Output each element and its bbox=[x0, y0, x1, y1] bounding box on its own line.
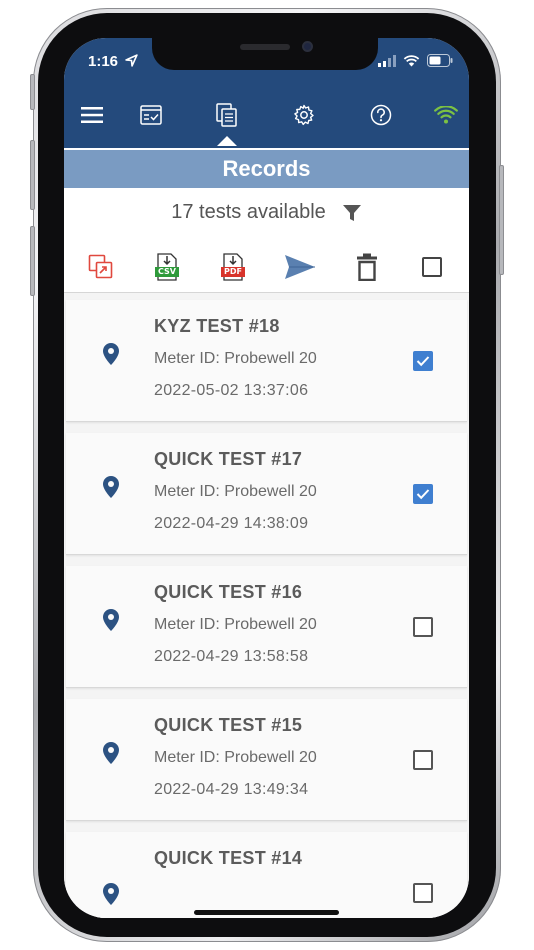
menu-icon[interactable] bbox=[77, 100, 107, 130]
record-title: QUICK TEST #17 bbox=[154, 449, 303, 469]
battery-icon bbox=[427, 54, 453, 67]
speaker-grille bbox=[240, 44, 290, 50]
record-card[interactable]: QUICK TEST #16 Meter ID: Probewell 20 20… bbox=[66, 566, 467, 688]
location-arrow-icon bbox=[125, 54, 138, 67]
select-all-box bbox=[422, 257, 442, 277]
send-button[interactable] bbox=[283, 250, 317, 284]
record-card[interactable]: QUICK TEST #15 Meter ID: Probewell 20 20… bbox=[66, 699, 467, 821]
status-time-text: 1:16 bbox=[88, 53, 119, 70]
record-meter-id: Meter ID: Probewell 20 bbox=[154, 616, 317, 633]
trash-icon bbox=[357, 253, 377, 281]
record-card[interactable]: KYZ TEST #18 Meter ID: Probewell 20 2022… bbox=[66, 300, 467, 422]
tests-available-text: 17 tests available bbox=[171, 201, 326, 223]
export-icon bbox=[88, 254, 113, 279]
record-date: 2022-04-29 13:58:58 bbox=[154, 648, 309, 665]
record-date: 2022-05-02 13:37:06 bbox=[154, 382, 309, 399]
volume-down-button bbox=[30, 226, 35, 296]
record-meter-id: Meter ID: Probewell 20 bbox=[154, 350, 317, 367]
csv-label: CSV bbox=[158, 267, 176, 276]
front-camera bbox=[302, 41, 313, 52]
page-title: Records bbox=[222, 156, 311, 181]
status-indicators bbox=[378, 54, 453, 67]
volume-up-button bbox=[30, 140, 35, 210]
record-meter-id: Meter ID: Probewell 20 bbox=[154, 483, 317, 500]
location-pin-icon[interactable] bbox=[102, 475, 120, 499]
record-title: QUICK TEST #15 bbox=[154, 715, 303, 735]
phone-screen: 1:16 Records 17 tests available CSV PDF … bbox=[64, 38, 469, 918]
record-card[interactable]: QUICK TEST #17 Meter ID: Probewell 20 20… bbox=[66, 433, 467, 555]
pdf-label: PDF bbox=[224, 267, 242, 276]
csv-export-button[interactable]: CSV bbox=[150, 250, 184, 284]
record-title: QUICK TEST #16 bbox=[154, 582, 303, 602]
active-tab-pointer bbox=[217, 136, 237, 146]
tests-summary: 17 tests available bbox=[64, 201, 469, 224]
location-pin-icon[interactable] bbox=[102, 608, 120, 632]
record-date: 2022-04-29 14:38:09 bbox=[154, 515, 309, 532]
record-card[interactable]: QUICK TEST #14 bbox=[66, 832, 467, 918]
cellular-signal-icon bbox=[378, 54, 396, 67]
home-indicator bbox=[194, 910, 339, 915]
record-checkbox[interactable] bbox=[413, 750, 433, 770]
checkmark-icon bbox=[416, 356, 430, 367]
record-checkbox[interactable] bbox=[413, 351, 433, 371]
records-icon[interactable] bbox=[212, 100, 242, 130]
wifi-status-icon bbox=[403, 54, 420, 66]
action-toolbar: CSV PDF bbox=[64, 250, 469, 286]
send-icon bbox=[285, 255, 315, 279]
record-title: QUICK TEST #14 bbox=[154, 848, 303, 868]
records-header: Records bbox=[64, 150, 469, 188]
record-date: 2022-04-29 13:49:34 bbox=[154, 781, 309, 798]
checkmark-icon bbox=[416, 489, 430, 500]
export-button[interactable] bbox=[84, 250, 118, 284]
record-meter-id: Meter ID: Probewell 20 bbox=[154, 749, 317, 766]
location-pin-icon[interactable] bbox=[102, 882, 120, 906]
status-time: 1:16 bbox=[88, 53, 138, 70]
record-title: KYZ TEST #18 bbox=[154, 316, 280, 336]
select-all-checkbox[interactable] bbox=[415, 250, 449, 284]
location-pin-icon[interactable] bbox=[102, 342, 120, 366]
gear-icon[interactable] bbox=[289, 100, 319, 130]
silent-switch bbox=[30, 74, 35, 110]
record-checkbox[interactable] bbox=[413, 883, 433, 903]
record-checkbox[interactable] bbox=[413, 617, 433, 637]
wifi-icon[interactable] bbox=[431, 100, 461, 130]
notch bbox=[152, 38, 378, 70]
pdf-export-button[interactable]: PDF bbox=[216, 250, 250, 284]
checklist-icon[interactable] bbox=[136, 100, 166, 130]
help-icon[interactable] bbox=[366, 100, 396, 130]
delete-button[interactable] bbox=[350, 250, 384, 284]
power-button bbox=[499, 165, 504, 275]
record-checkbox[interactable] bbox=[413, 484, 433, 504]
filter-icon[interactable] bbox=[342, 204, 362, 222]
location-pin-icon[interactable] bbox=[102, 741, 120, 765]
